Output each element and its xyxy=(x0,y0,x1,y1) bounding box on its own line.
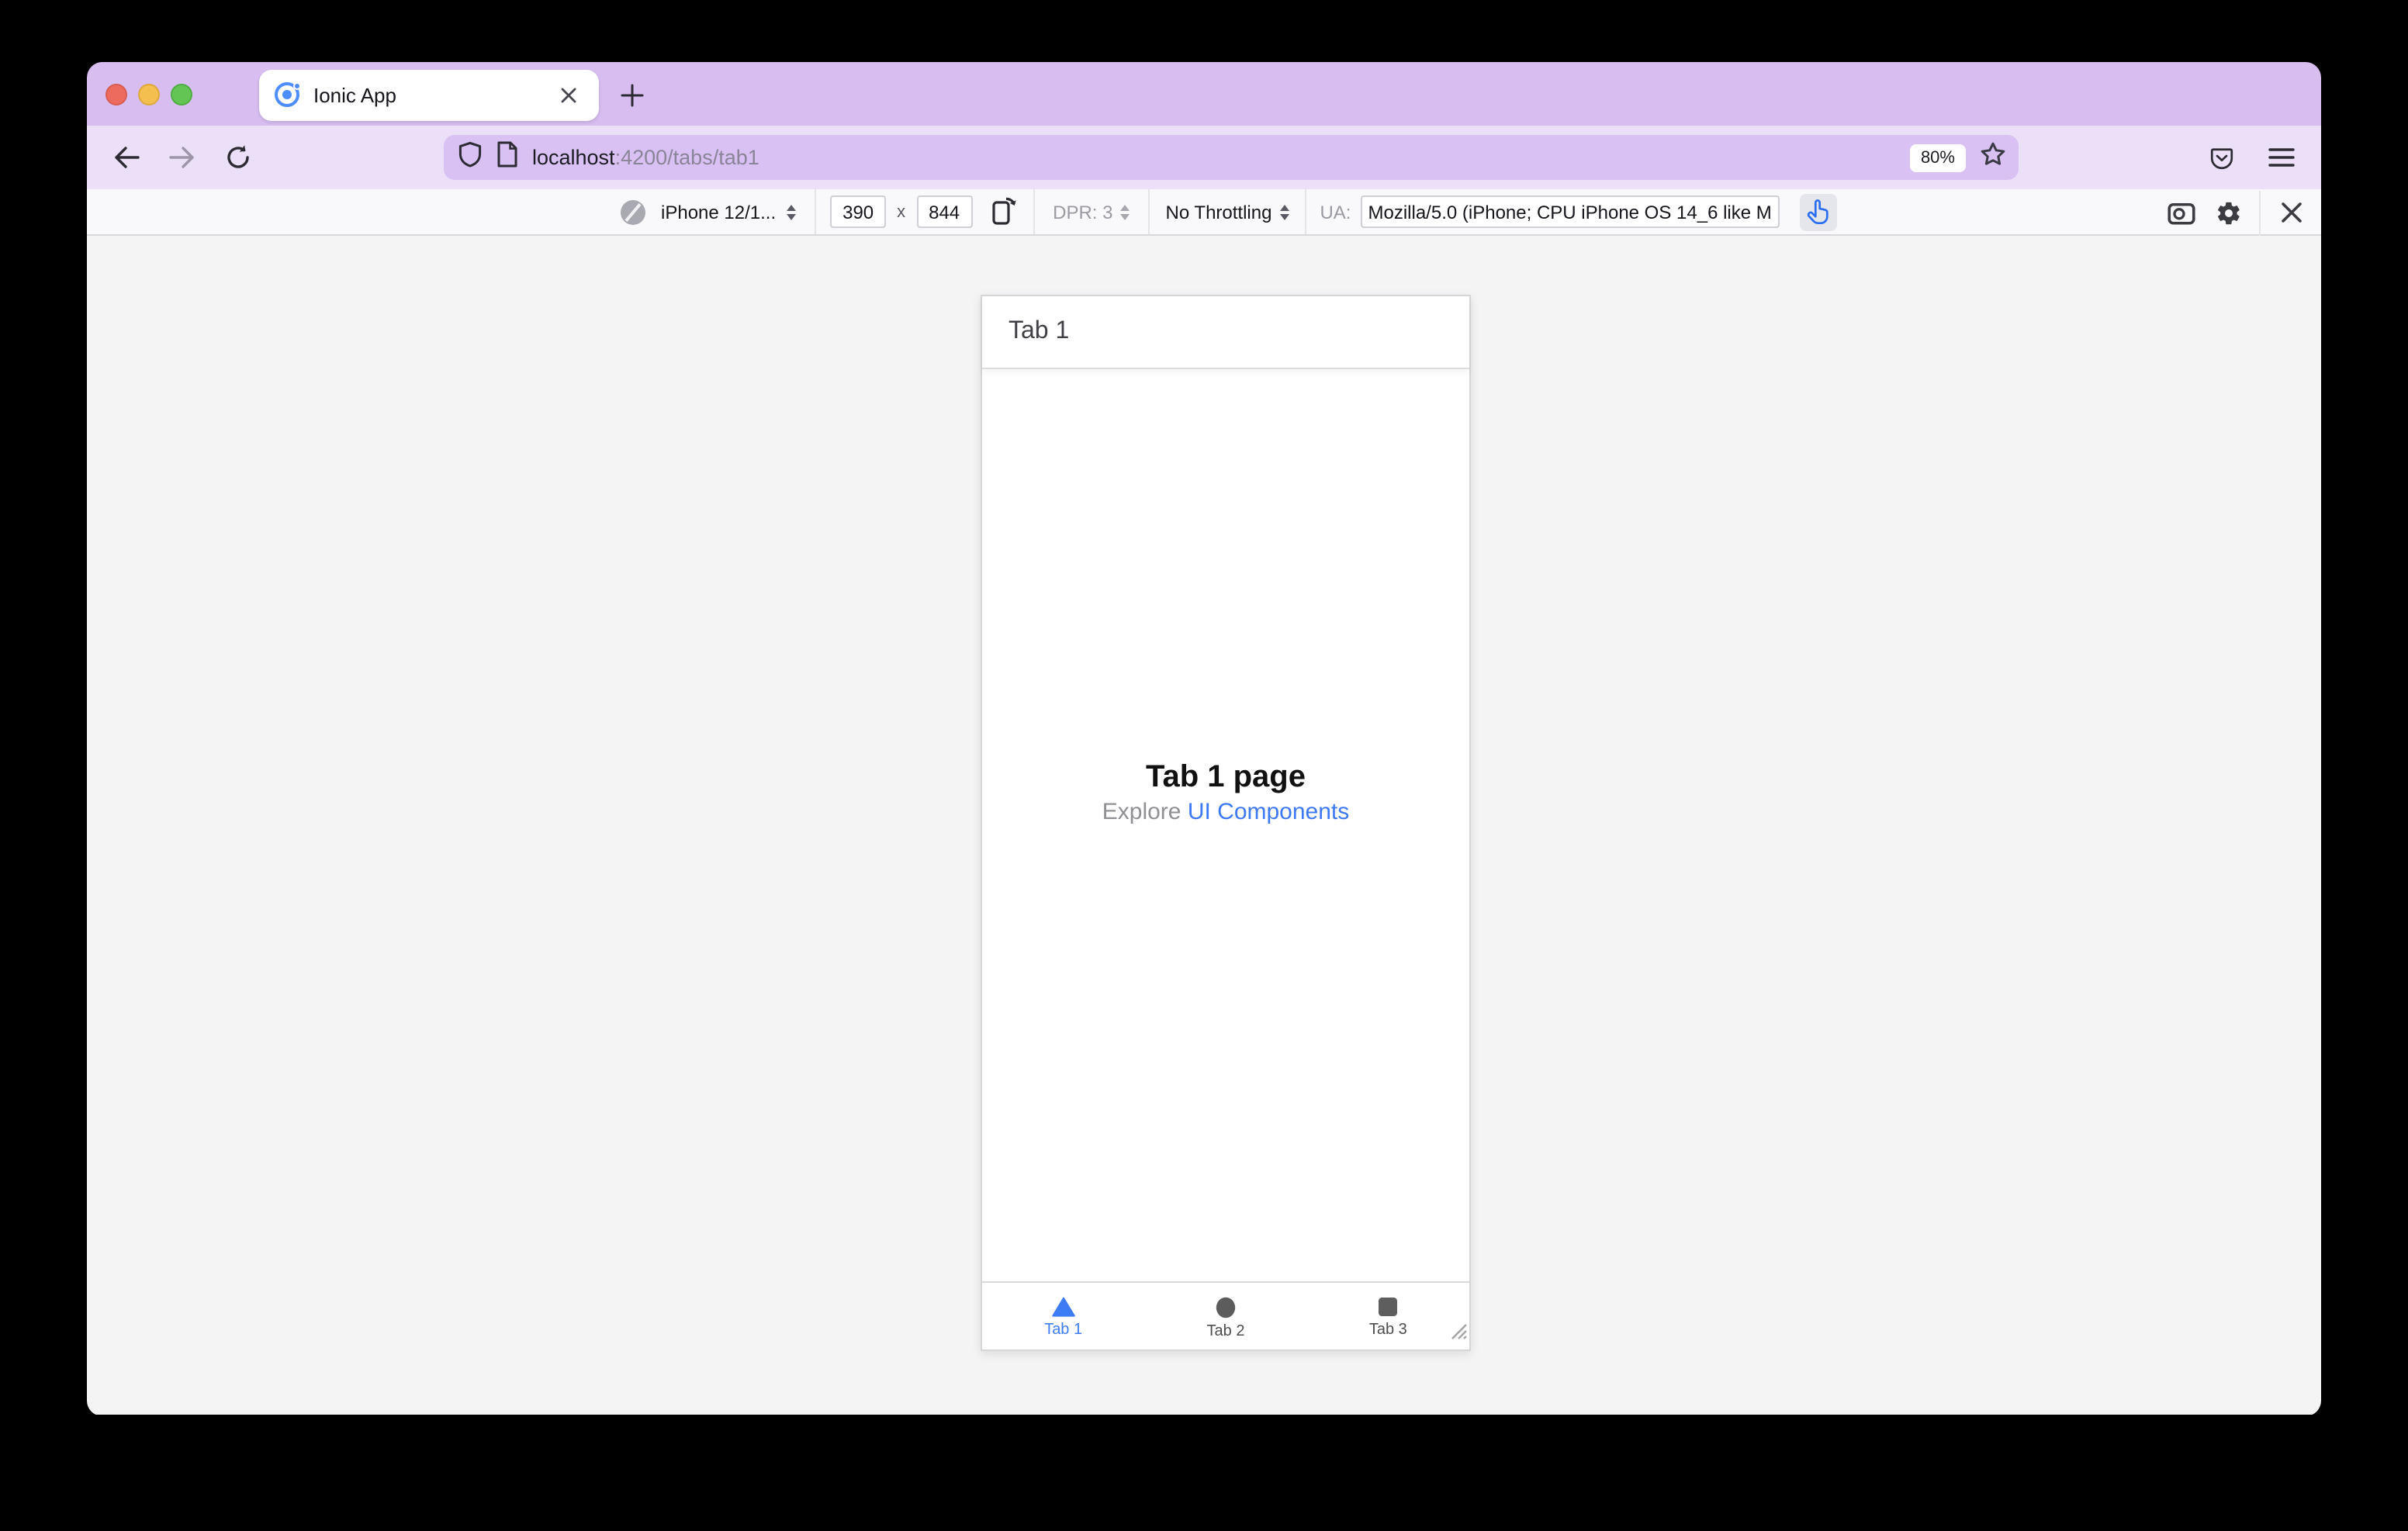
tab-button-tab1[interactable]: Tab 1 xyxy=(982,1283,1144,1350)
user-agent-input[interactable]: Mozilla/5.0 (iPhone; CPU iPhone OS 14_6 … xyxy=(1360,195,1780,228)
toolbar-right-cluster xyxy=(2199,134,2304,181)
page-center-block: Tab 1 page Explore UI Components xyxy=(982,757,1469,828)
tracking-shield-icon[interactable] xyxy=(458,140,483,175)
browser-tab[interactable]: Ionic App xyxy=(259,69,599,120)
reload-button[interactable] xyxy=(214,134,261,181)
dimension-separator: x xyxy=(897,202,906,221)
url-bar[interactable]: localhost:4200/tabs/tab1 80% xyxy=(444,135,2019,180)
window-controls xyxy=(106,84,192,105)
page-subtitle: Explore UI Components xyxy=(982,797,1469,828)
rotate-viewport-icon[interactable] xyxy=(991,195,1017,229)
tab-button-tab2[interactable]: Tab 2 xyxy=(1144,1283,1306,1350)
touch-simulation-button[interactable] xyxy=(1799,193,1837,230)
back-button[interactable] xyxy=(102,134,149,181)
page-info-icon[interactable] xyxy=(496,140,518,175)
viewport-height-input[interactable]: 844 xyxy=(916,195,973,228)
responsive-design-toolbar: iPhone 12/1... 390 x 844 DPR: 3 No Throt… xyxy=(87,189,2321,236)
viewport-resize-handle[interactable] xyxy=(1448,1320,1468,1348)
square-icon xyxy=(1379,1298,1398,1316)
ui-components-link[interactable]: UI Components xyxy=(1188,799,1349,825)
subtitle-text: Explore xyxy=(1102,799,1188,825)
url-text: localhost:4200/tabs/tab1 xyxy=(532,146,759,169)
new-tab-button[interactable] xyxy=(611,74,652,115)
dpr-stepper-icon[interactable] xyxy=(1120,204,1130,219)
screenshot-camera-icon[interactable] xyxy=(2161,192,2202,233)
triangle-icon xyxy=(1051,1297,1075,1317)
rdm-right-cluster xyxy=(2161,189,2312,236)
browser-window: Ionic App localhost:4200/tabs/tab1 80% i… xyxy=(87,62,2321,1416)
window-close-button[interactable] xyxy=(106,84,127,105)
viewport-width-input[interactable]: 390 xyxy=(830,195,887,228)
forward-button[interactable] xyxy=(158,134,205,181)
app-page-content: Tab 1 page Explore UI Components xyxy=(982,369,1469,1281)
ionic-favicon-icon xyxy=(275,82,301,107)
page-title: Tab 1 page xyxy=(1146,760,1306,794)
dpr-label[interactable]: DPR: 3 xyxy=(1053,201,1112,223)
zoom-level-badge[interactable]: 80% xyxy=(1909,143,1966,171)
menu-hamburger-icon[interactable] xyxy=(2258,134,2304,181)
window-zoom-button[interactable] xyxy=(171,84,192,105)
pocket-icon[interactable] xyxy=(2199,134,2245,181)
rdm-close-icon[interactable] xyxy=(2271,192,2312,233)
device-viewport: Tab 1 Tab 1 page Explore UI Components T… xyxy=(981,295,1471,1351)
app-header: Tab 1 xyxy=(982,296,1469,369)
device-selector-stepper-icon[interactable] xyxy=(787,204,797,219)
window-minimize-button[interactable] xyxy=(138,84,160,105)
throttling-stepper-icon[interactable] xyxy=(1279,204,1289,219)
tab-button-tab3[interactable]: Tab 3 xyxy=(1307,1283,1469,1350)
app-tab-bar: Tab 1 Tab 2 Tab 3 xyxy=(982,1281,1469,1350)
ua-label: UA: xyxy=(1320,201,1351,223)
tab-close-icon[interactable] xyxy=(552,79,583,110)
throttling-selector-label[interactable]: No Throttling xyxy=(1166,201,1272,223)
browser-tab-title: Ionic App xyxy=(313,83,396,106)
navigation-toolbar: localhost:4200/tabs/tab1 80% xyxy=(87,126,2321,189)
browser-tab-strip: Ionic App xyxy=(87,62,2321,126)
device-selector-label[interactable]: iPhone 12/1... xyxy=(661,201,776,223)
app-header-title: Tab 1 xyxy=(1009,318,1070,344)
rdm-content-area: Tab 1 Tab 1 page Explore UI Components T… xyxy=(87,236,2321,1415)
ellipse-icon xyxy=(1216,1296,1236,1318)
device-compass-icon xyxy=(621,199,645,224)
bookmark-star-icon[interactable] xyxy=(1980,140,2006,175)
screen: Ionic App localhost:4200/tabs/tab1 80% i… xyxy=(0,0,2408,1531)
rdm-settings-gear-icon[interactable] xyxy=(2208,192,2248,233)
